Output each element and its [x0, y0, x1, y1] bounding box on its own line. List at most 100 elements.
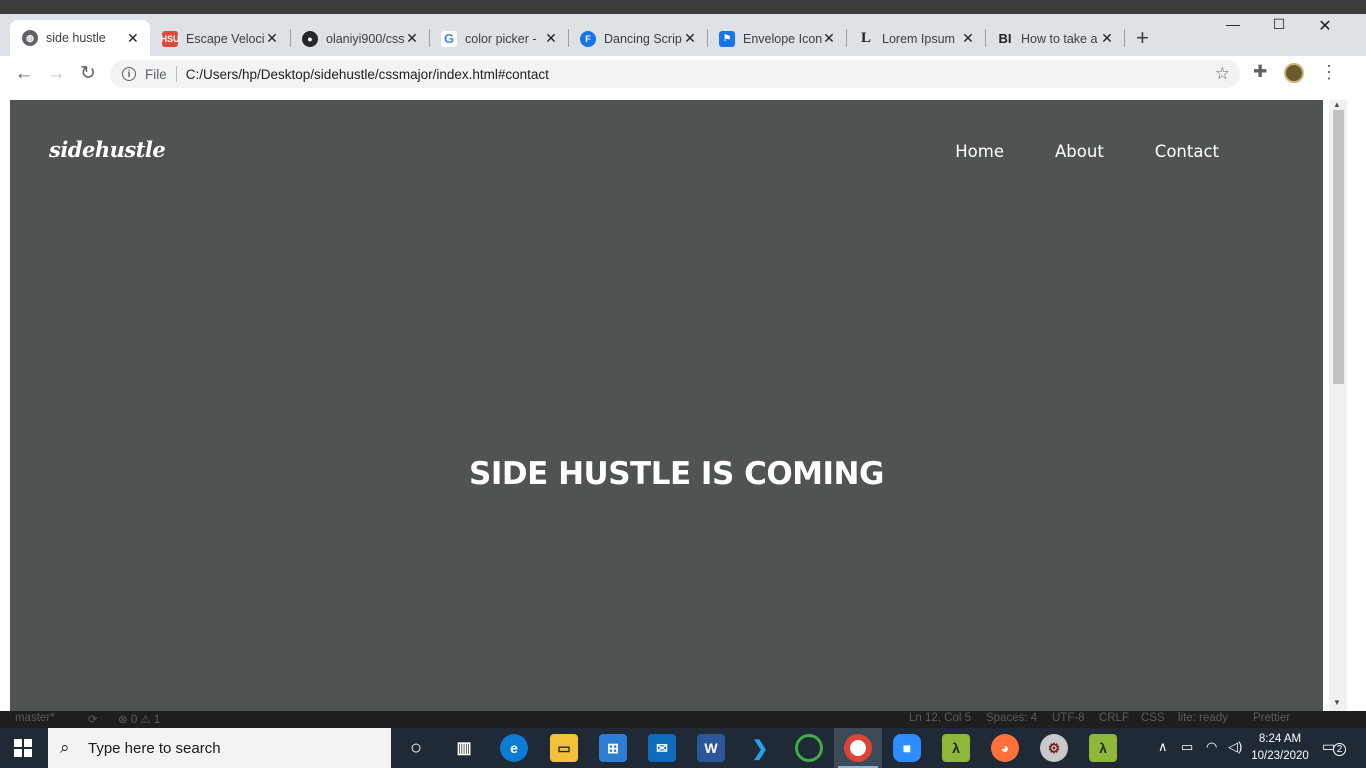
info-icon[interactable]: i — [122, 67, 136, 81]
close-window-icon[interactable]: ✕ — [1302, 16, 1348, 36]
back-arrow-icon[interactable]: ← — [11, 61, 37, 87]
volume-icon[interactable]: ◁) — [1228, 739, 1242, 755]
nav-contact-link[interactable]: Contact — [1155, 142, 1219, 161]
lint-status[interactable]: lite: ready — [1178, 712, 1228, 724]
search-placeholder: Type here to search — [88, 739, 221, 757]
word-icon[interactable]: W — [697, 734, 725, 762]
tab-title: color picker - — [465, 31, 537, 46]
sync-icon[interactable]: ⟳ — [88, 712, 98, 726]
lambda-icon[interactable]: λ — [942, 734, 970, 762]
address-divider — [175, 66, 177, 82]
scroll-thumb[interactable] — [1333, 110, 1344, 384]
close-tab-icon[interactable]: ✕ — [683, 30, 697, 47]
nav-home-link[interactable]: Home — [955, 142, 1004, 161]
tray-chevron-icon[interactable]: ∧ — [1158, 739, 1168, 755]
google-icon: G — [441, 30, 457, 47]
task-view-icon[interactable]: ▥ — [450, 734, 478, 762]
new-tab-button[interactable]: + — [1136, 27, 1149, 49]
tab-title: Lorem Ipsum — [882, 31, 955, 46]
close-tab-icon[interactable]: ✕ — [544, 30, 558, 47]
github-icon: ● — [302, 30, 318, 47]
battery-icon[interactable]: ▭ — [1181, 739, 1193, 755]
page-viewport: sidehustle Home About Contact SIDE HUSTL… — [10, 100, 1323, 711]
vscode-title-strip — [0, 0, 1366, 14]
address-bar[interactable]: i File C:/Users/hp/Desktop/sidehustle/cs… — [110, 60, 1240, 88]
edge-icon[interactable]: e — [500, 734, 528, 762]
address-url[interactable]: C:/Users/hp/Desktop/sidehustle/cssmajor/… — [186, 67, 549, 82]
cursor-position[interactable]: Ln 12, Col 5 — [909, 712, 971, 724]
tab-how-to[interactable]: BI How to take a ✕ — [985, 21, 1124, 56]
close-tab-icon[interactable]: ✕ — [961, 30, 975, 47]
chrome-icon[interactable] — [844, 734, 872, 762]
notification-center-icon[interactable]: ▭ 2 — [1322, 738, 1346, 758]
windows-taskbar: ⌕ Type here to search ○ ▥ e ▭ ⊞ ✉ W ❯ ■ … — [0, 728, 1366, 768]
clock-date: 10/23/2020 — [1251, 750, 1309, 762]
close-tab-icon[interactable]: ✕ — [265, 30, 279, 47]
tab-side-hustle[interactable]: ◍ side hustle ✕ — [10, 20, 150, 56]
tab-dancing-script[interactable]: F Dancing Scrip ✕ — [568, 21, 707, 56]
line-ending[interactable]: CRLF — [1099, 712, 1129, 724]
close-tab-icon[interactable]: ✕ — [126, 30, 140, 47]
page-scrollbar[interactable]: ▲ ▼ — [1329, 100, 1347, 711]
tab-title: side hustle — [46, 31, 106, 45]
cortana-icon[interactable]: ○ — [402, 734, 430, 762]
nav-about-link[interactable]: About — [1055, 142, 1104, 161]
site-nav: Home About Contact — [904, 142, 1219, 161]
reload-icon[interactable]: ↻ — [75, 61, 101, 87]
windows-start-icon[interactable] — [14, 739, 32, 757]
tab-github[interactable]: ● olaniyi900/css ✕ — [290, 21, 429, 56]
tab-envelope-icon[interactable]: ⚑ Envelope Icon ✕ — [707, 21, 846, 56]
firefox-icon[interactable]: ◕ — [991, 734, 1019, 762]
tab-color-picker[interactable]: G color picker - ✕ — [429, 21, 568, 56]
file-explorer-icon[interactable]: ▭ — [550, 734, 578, 762]
gitkraken-icon[interactable] — [795, 734, 823, 762]
menu-kebab-icon[interactable]: ⋮ — [1320, 62, 1338, 83]
bookmark-star-icon[interactable]: ☆ — [1215, 64, 1230, 84]
close-tab-icon[interactable]: ✕ — [1100, 30, 1114, 47]
tab-title: olaniyi900/css — [326, 31, 405, 46]
hsu-icon: HSU — [161, 30, 180, 47]
profile-avatar[interactable] — [1284, 63, 1304, 83]
tab-title: Escape Velocit — [186, 31, 265, 46]
search-icon: ⌕ — [60, 738, 70, 757]
close-tab-icon[interactable]: ✕ — [405, 30, 419, 47]
encoding[interactable]: UTF-8 — [1052, 712, 1085, 724]
lambda-app-icon[interactable]: λ — [1089, 734, 1117, 762]
maximize-icon[interactable]: ☐ — [1256, 16, 1302, 33]
tab-escape-velocity[interactable]: HSU Escape Velocit ✕ — [150, 21, 289, 56]
close-tab-icon[interactable]: ✕ — [822, 30, 836, 47]
browser-window: ◍ side hustle ✕ HSU Escape Velocit ✕ ● o… — [0, 0, 1366, 711]
git-branch[interactable]: master* — [15, 712, 55, 724]
zoom-icon[interactable]: ■ — [893, 734, 921, 762]
tab-title: How to take a — [1021, 31, 1098, 46]
notification-count: 2 — [1333, 743, 1346, 756]
prettier-status[interactable]: Prettier — [1253, 712, 1290, 724]
bi-icon: BI — [998, 31, 1012, 46]
mail-icon[interactable]: ✉ — [648, 734, 676, 762]
vscode-icon[interactable]: ❯ — [746, 734, 774, 762]
scroll-down-arrow-icon[interactable]: ▼ — [1333, 698, 1341, 707]
lorem-icon: L — [860, 30, 871, 46]
system-clock[interactable]: 8:24 AM 10/23/2020 — [1246, 731, 1314, 765]
extensions-puzzle-icon[interactable]: ✚ — [1253, 62, 1267, 82]
language-mode[interactable]: CSS — [1141, 712, 1165, 724]
indentation[interactable]: Spaces: 4 — [986, 712, 1037, 724]
hero-heading: SIDE HUSTLE IS COMING — [469, 456, 884, 492]
vscode-status-bar: master* ⟳ ⊗ 0 ⚠ 1 Ln 12, Col 5 Spaces: 4… — [0, 711, 1366, 728]
tab-lorem-ipsum[interactable]: L Lorem Ipsum ✕ — [846, 21, 985, 56]
tab-title: Envelope Icon — [743, 31, 822, 46]
wifi-icon[interactable]: ◠ — [1206, 739, 1217, 755]
problems-count[interactable]: ⊗ 0 ⚠ 1 — [118, 712, 160, 726]
taskbar-search[interactable]: ⌕ Type here to search — [48, 728, 391, 768]
flag-icon: ⚑ — [719, 30, 735, 47]
store-icon[interactable]: ⊞ — [599, 734, 627, 762]
address-scheme: File — [145, 66, 167, 82]
settings-gear-icon[interactable]: ⚙ — [1040, 734, 1068, 762]
scroll-up-arrow-icon[interactable]: ▲ — [1333, 100, 1341, 109]
minimize-icon[interactable]: — — [1210, 16, 1256, 32]
fonts-icon: F — [580, 30, 596, 47]
forward-arrow-icon[interactable]: → — [43, 61, 69, 87]
brand-logo[interactable]: sidehustle — [49, 137, 166, 162]
tab-title: Dancing Scrip — [604, 31, 682, 46]
clock-time: 8:24 AM — [1258, 733, 1302, 745]
